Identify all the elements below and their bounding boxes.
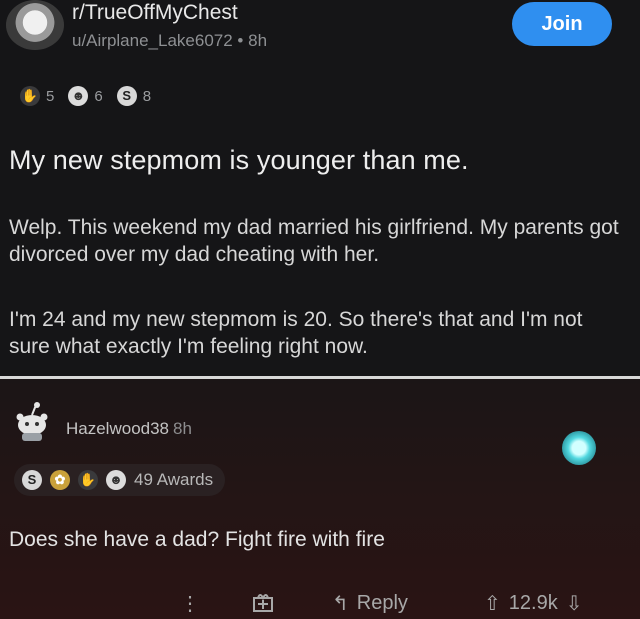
wholesome-award-icon: ☻: [106, 470, 126, 490]
reply-button[interactable]: ↰ Reply: [332, 591, 408, 616]
subreddit-avatar-icon[interactable]: [6, 0, 64, 50]
awards-count-label: 49 Awards: [134, 470, 214, 489]
wholesome-award-icon: ☻: [68, 86, 89, 106]
join-button[interactable]: Join: [512, 2, 612, 46]
comment-age: 8h: [173, 419, 192, 438]
reply-label: Reply: [356, 592, 408, 614]
upvote-arrow-icon[interactable]: ⇧: [484, 591, 501, 616]
give-award-icon[interactable]: [252, 591, 274, 613]
meta-separator: •: [237, 31, 249, 50]
gold-award-icon: ✿: [50, 470, 70, 490]
post-author[interactable]: u/Airplane_Lake6072: [72, 31, 233, 50]
comment-author-line: Hazelwood38 8h: [66, 419, 192, 439]
post-meta: u/Airplane_Lake6072 • 8h: [72, 31, 267, 51]
comment-username[interactable]: Hazelwood38: [66, 419, 169, 438]
silver-award-icon: S: [22, 470, 42, 490]
award-count: 6: [94, 87, 103, 105]
post-age: 8h: [248, 31, 268, 50]
helpful-award-icon: ✋: [20, 86, 40, 106]
more-options-icon[interactable]: ⋮: [180, 591, 200, 616]
post-paragraph: Welp. This weekend my dad married his gi…: [9, 216, 619, 266]
comment-actions: ⋮ ↰ Reply ⇧ 12.9k ⇩: [0, 587, 640, 619]
award-count: 5: [46, 87, 55, 105]
post-title[interactable]: My new stepmom is younger than me.: [9, 145, 469, 176]
downvote-arrow-icon[interactable]: ⇩: [566, 591, 583, 616]
post-card: r/TrueOffMyChest u/Airplane_Lake6072 • 8…: [0, 0, 640, 378]
helpful-award-icon: ✋: [78, 470, 98, 490]
silver-award-icon: S: [116, 86, 137, 106]
comment-card: Hazelwood38 8h S ✿ ✋ ☻ 49 Awards Does she…: [0, 379, 640, 619]
user-avatar-icon[interactable]: [14, 401, 50, 441]
reply-arrow-icon: ↰: [332, 593, 349, 615]
comment-text: Does she have a dad? Fight fire with fir…: [9, 528, 385, 551]
vote-controls: ⇧ 12.9k ⇩: [484, 591, 582, 616]
post-paragraph: I'm 24 and my new stepmom is 20. So ther…: [9, 308, 583, 358]
award-count: 8: [142, 87, 152, 105]
subreddit-name[interactable]: r/TrueOffMyChest: [72, 1, 238, 25]
post-awards[interactable]: ✋ 5 ☻ 6 S 8: [20, 86, 151, 106]
score: 12.9k: [508, 592, 558, 614]
lightbulb-award-icon: [562, 431, 596, 465]
comment-awards[interactable]: S ✿ ✋ ☻ 49 Awards: [14, 464, 226, 496]
